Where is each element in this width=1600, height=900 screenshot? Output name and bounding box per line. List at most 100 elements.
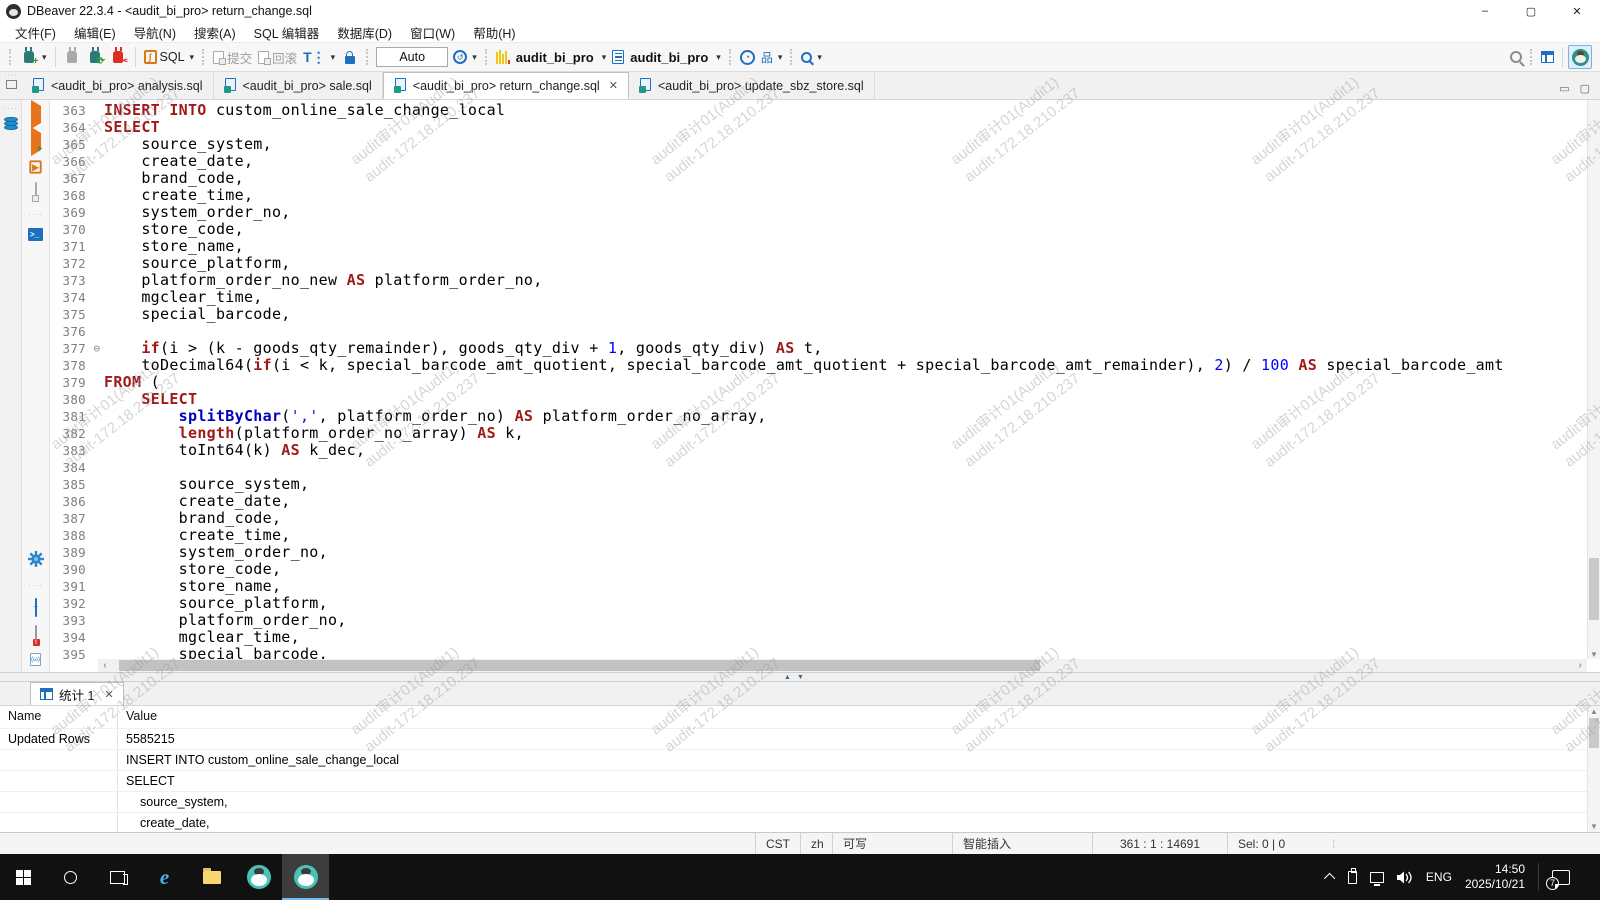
stats-row[interactable]: create_date, (0, 812, 1600, 832)
stats-row[interactable]: SELECT (0, 770, 1600, 791)
usb-icon[interactable] (1348, 871, 1357, 884)
transaction-mode-button[interactable]: T⋮ (300, 47, 338, 68)
editor-tab[interactable]: <audit_bi_pro> return_change.sql✕ (383, 72, 629, 99)
sql-editor-button[interactable]: ʃSQL (141, 48, 198, 66)
code-line[interactable]: 364SELECT (50, 119, 1587, 136)
scrollbar-thumb[interactable] (1589, 558, 1599, 619)
editor-tab[interactable]: <audit_bi_pro> analysis.sql (22, 72, 214, 99)
binary-file-button[interactable]: (ω) (30, 653, 41, 666)
taskbar-search-button[interactable] (47, 854, 94, 900)
dbeaver-taskbar-button[interactable] (235, 854, 282, 900)
scroll-down-icon[interactable]: ▼ (1588, 650, 1600, 659)
code-line[interactable]: 373 platform_order_no_new AS platform_or… (50, 272, 1587, 289)
maximize-button[interactable]: ▢ (1508, 0, 1554, 22)
stats-tab[interactable]: 统计 1 ✕ (30, 682, 124, 705)
code-line[interactable]: 389 system_order_no, (50, 544, 1587, 561)
panel-splitter[interactable]: ▲▼ (0, 672, 1600, 682)
code-line[interactable]: 377 if(i > (k - goods_qty_remainder), go… (50, 340, 1587, 357)
reconnect-button[interactable]: ⟳ (84, 47, 107, 68)
disconnect-button[interactable]: ✂ (107, 47, 130, 68)
minimize-panel-icon[interactable]: ▭ (1559, 82, 1569, 95)
code-line[interactable]: 394 mgclear_time, (50, 629, 1587, 646)
quick-search-button[interactable] (1507, 49, 1525, 65)
connection-selector[interactable]: audit_bi_pro (493, 48, 610, 67)
task-button[interactable]: 品 (758, 47, 786, 68)
column-header-name[interactable]: Name (0, 706, 118, 728)
close-icon[interactable]: ✕ (609, 79, 618, 92)
stats-row[interactable]: Updated Rows5585215 (0, 728, 1600, 749)
minimize-button[interactable]: – (1462, 0, 1508, 22)
autocommit-select[interactable]: Auto (376, 47, 448, 67)
code-line[interactable]: 382 length(platform_order_no_array) AS k… (50, 425, 1587, 442)
column-header-value[interactable]: Value (118, 706, 1600, 728)
dbeaver-taskbar-button-active[interactable] (282, 854, 329, 900)
scrollbar-thumb[interactable] (1589, 718, 1599, 748)
editor-tab[interactable]: <audit_bi_pro> update_sbz_store.sql (629, 72, 875, 99)
maximize-panel-icon[interactable]: ▢ (1580, 82, 1590, 95)
code-line[interactable]: 390 store_code, (50, 561, 1587, 578)
code-line[interactable]: 378 toDecimal64(if(i < k, special_barcod… (50, 357, 1587, 374)
scroll-right-icon[interactable]: › (1573, 660, 1587, 671)
code-line[interactable]: 371 store_name, (50, 238, 1587, 255)
editor-vertical-scrollbar[interactable]: ▼ (1587, 100, 1600, 659)
stats-vertical-scrollbar[interactable]: ▲ ▼ (1587, 706, 1600, 832)
code-line[interactable]: 387 brand_code, (50, 510, 1587, 527)
menu-item[interactable]: 数据库(D) (328, 23, 401, 42)
close-icon[interactable]: ✕ (104, 688, 113, 701)
code-line[interactable]: 365 source_system, (50, 136, 1587, 153)
action-center-icon[interactable]: 7 (1552, 870, 1570, 885)
scroll-left-icon[interactable]: ‹ (98, 660, 112, 671)
code-line[interactable]: 385 source_system, (50, 476, 1587, 493)
scrollbar-thumb[interactable] (119, 660, 1039, 671)
execute-script-button[interactable]: ▶ (29, 160, 42, 174)
task-view-button[interactable] (94, 854, 141, 900)
fold-collapse-icon[interactable] (90, 340, 104, 357)
new-connection-button[interactable]: + (17, 47, 50, 68)
stats-row[interactable]: source_system, (0, 791, 1600, 812)
code-line[interactable]: 375 special_barcode, (50, 306, 1587, 323)
minimized-view-bar[interactable]: ···· (0, 72, 22, 99)
code-line[interactable]: 366 create_date, (50, 153, 1587, 170)
status-caret-position[interactable]: 361 : 1 : 14691 (1092, 833, 1227, 854)
code-line[interactable]: 393 platform_order_no, (50, 612, 1587, 629)
dbeaver-perspective-button[interactable] (1568, 45, 1592, 69)
speaker-icon[interactable] (1397, 871, 1413, 884)
code-line[interactable]: 370 store_code, (50, 221, 1587, 238)
code-line[interactable]: 369 system_order_no, (50, 204, 1587, 221)
open-perspective-button[interactable] (1538, 49, 1557, 65)
code-line[interactable]: 374 mgclear_time, (50, 289, 1587, 306)
editor-settings-button[interactable] (28, 551, 44, 572)
search-button[interactable] (798, 50, 825, 65)
sash-down-icon[interactable]: ▼ (797, 673, 804, 682)
code-line[interactable]: 386 create_date, (50, 493, 1587, 510)
menu-item[interactable]: 导航(N) (125, 23, 185, 42)
input-language[interactable]: ENG (1426, 870, 1452, 884)
menu-item[interactable]: 搜索(A) (185, 23, 245, 42)
code-line[interactable]: 388 create_time, (50, 527, 1587, 544)
scroll-down-icon[interactable]: ▼ (1588, 822, 1600, 831)
code-line[interactable]: 379FROM ( (50, 374, 1587, 391)
execute-new-tab-button[interactable]: + (31, 133, 41, 151)
code-line[interactable]: 372 source_platform, (50, 255, 1587, 272)
sql-editor[interactable]: 363INSERT INTO custom_online_sale_change… (50, 100, 1600, 672)
code-area[interactable]: 363INSERT INTO custom_online_sale_change… (50, 102, 1587, 659)
history-button[interactable]: ↺ (450, 48, 480, 66)
internet-explorer-button[interactable]: e (141, 854, 188, 900)
file-explorer-button[interactable] (188, 854, 235, 900)
menu-item[interactable]: 文件(F) (6, 23, 65, 42)
execute-statement-button[interactable] (31, 106, 41, 124)
rollback-button[interactable]: 回滚 (255, 46, 300, 69)
code-line[interactable]: 384 (50, 459, 1587, 476)
database-navigator-icon[interactable] (4, 117, 18, 132)
export-result-button[interactable] (35, 599, 37, 617)
menu-item[interactable]: 窗口(W) (401, 23, 464, 42)
code-line[interactable]: 368 create_time, (50, 187, 1587, 204)
explain-plan-button[interactable] (35, 183, 37, 201)
dashboard-button[interactable]: ◔ (737, 48, 758, 67)
code-line[interactable]: 380 SELECT (50, 391, 1587, 408)
code-line[interactable]: 395 special_barcode, (50, 646, 1587, 659)
code-line[interactable]: 367 brand_code, (50, 170, 1587, 187)
code-line[interactable]: 391 store_name, (50, 578, 1587, 595)
editor-tab[interactable]: <audit_bi_pro> sale.sql (214, 72, 383, 99)
close-button[interactable]: ✕ (1554, 0, 1600, 22)
